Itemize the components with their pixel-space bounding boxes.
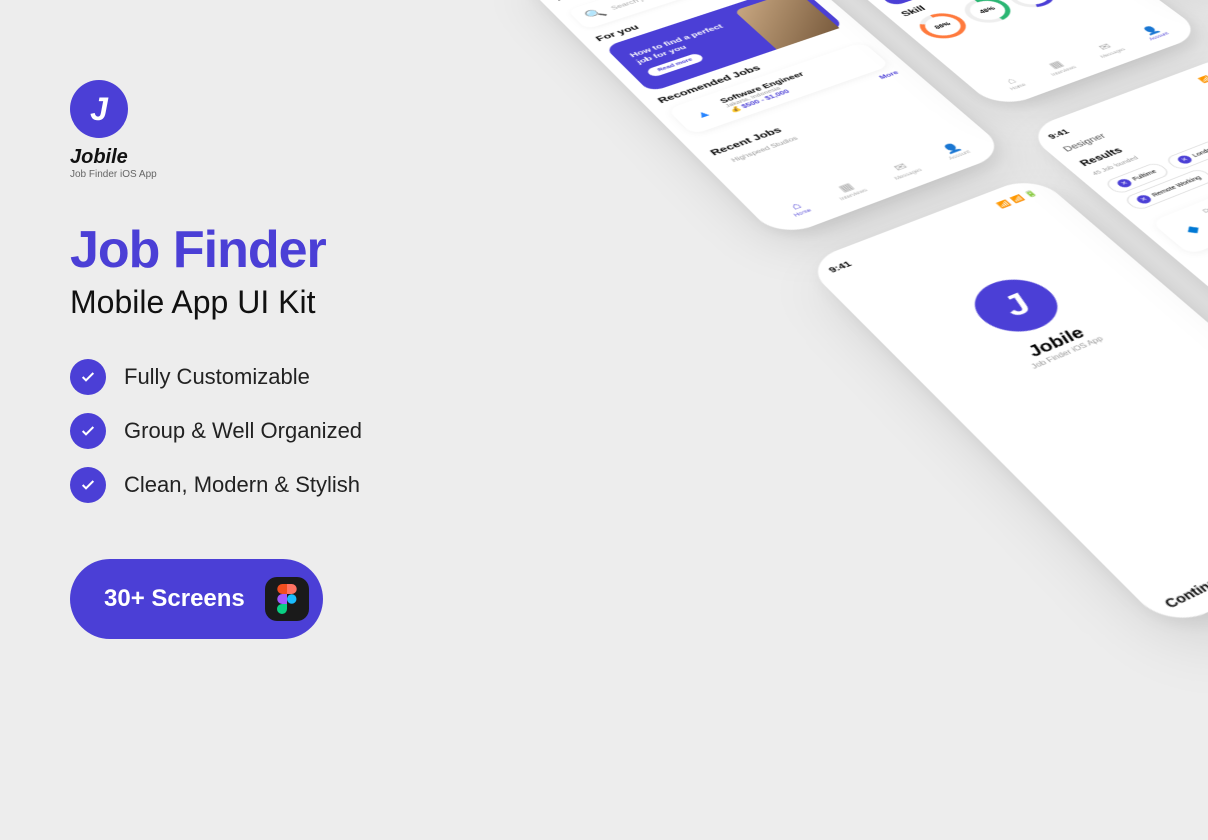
- screen-splash: 9:41📶📶🔋 J Jobile Job Finder iOS App Cont…: [803, 175, 1208, 631]
- skill-ring: 48%: [956, 0, 1019, 27]
- feature-text: Fully Customizable: [124, 364, 310, 390]
- check-icon: [70, 467, 106, 503]
- brand-name: Jobile: [70, 146, 128, 169]
- badge-text: 30+ Screens: [104, 585, 245, 613]
- read-more-button[interactable]: Read more: [645, 52, 705, 77]
- tab-messages[interactable]: ✉Messages: [1089, 39, 1128, 59]
- brand-tagline: Job Finder iOS App: [70, 169, 157, 180]
- figma-icon: [265, 577, 309, 621]
- remove-icon[interactable]: ✕: [1175, 154, 1194, 165]
- tab-interviews[interactable]: ▦Interviews: [1039, 57, 1078, 78]
- status-icons: 📶📶🔋: [1197, 66, 1208, 84]
- search-placeholder: Search job here...: [609, 0, 678, 11]
- tab-account[interactable]: 👤Account: [937, 140, 972, 161]
- feature-item: Clean, Modern & Stylish: [70, 467, 490, 503]
- company-icon: ▲: [682, 102, 724, 126]
- search-icon: 🔍: [581, 6, 609, 21]
- home-icon: ⌂: [787, 200, 804, 212]
- feature-text: Group & Well Organized: [124, 418, 362, 444]
- skill-ring: 56%: [1000, 0, 1063, 12]
- account-icon: 👤: [1139, 24, 1163, 37]
- status-time: 9:41: [1047, 128, 1072, 141]
- status-time: 9:41: [827, 260, 854, 275]
- home-icon: ⌂: [1003, 76, 1019, 86]
- check-icon: [70, 359, 106, 395]
- tab-home[interactable]: ⌂Home: [999, 74, 1028, 91]
- brand-logo: J Jobile Job Finder iOS App: [70, 80, 490, 180]
- headline: Job Finder: [70, 220, 490, 280]
- subheadline: Mobile App UI Kit: [70, 284, 490, 321]
- feature-item: Fully Customizable: [70, 359, 490, 395]
- remove-icon[interactable]: ✕: [1115, 178, 1134, 189]
- tab-account[interactable]: 👤Account: [1137, 23, 1171, 41]
- tab-messages[interactable]: ✉Messages: [883, 158, 924, 181]
- feature-text: Clean, Modern & Stylish: [124, 472, 360, 498]
- account-icon: 👤: [939, 141, 964, 155]
- interviews-icon: ▦: [835, 181, 857, 195]
- messages-icon: ✉: [891, 161, 911, 174]
- phone-mockups: 9:41📶📶🔋 Good MorningHenry Kanwil 🔍Search…: [460, 30, 1208, 840]
- company-icon: ◆: [1170, 216, 1208, 243]
- feature-item: Group & Well Organized: [70, 413, 490, 449]
- skill-ring: 86%: [911, 9, 975, 43]
- messages-icon: ✉: [1096, 41, 1115, 52]
- interviews-icon: ▦: [1046, 59, 1067, 71]
- screens-badge: 30+ Screens: [70, 559, 323, 639]
- check-icon: [70, 413, 106, 449]
- logo-mark: J: [70, 80, 128, 138]
- tab-home[interactable]: ⌂Home: [783, 199, 813, 219]
- status-icons: 📶📶🔋: [996, 189, 1041, 210]
- continue-label: Continue as: [1161, 563, 1208, 611]
- tab-interviews[interactable]: ▦Interviews: [828, 178, 869, 202]
- remove-icon[interactable]: ✕: [1134, 194, 1153, 205]
